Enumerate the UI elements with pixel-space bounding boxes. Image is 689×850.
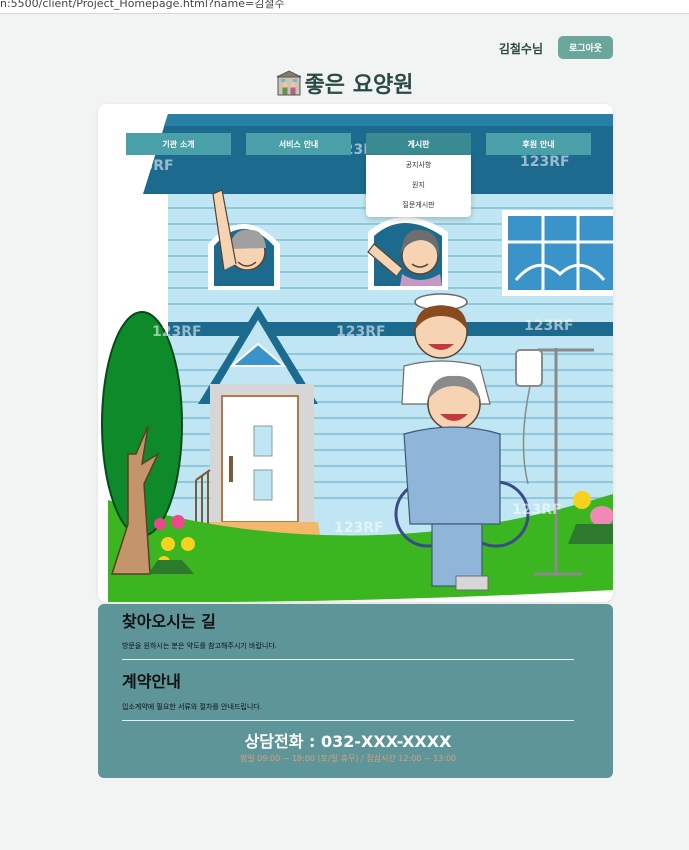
dropdown-item-page[interactable]: 원지 [366, 175, 471, 195]
consultation-phone: 상담전화 : 032-XXX-XXXX [244, 732, 452, 751]
watermark: 123RF [524, 318, 574, 334]
divider [122, 659, 574, 660]
hero-illustration-card: 123RF 123RF 123RF 123RF 123RF 123RF 123R… [98, 104, 613, 602]
dropdown-item-notice[interactable]: 공지사항 [366, 155, 471, 175]
nav-item-board[interactable]: 게시판 [366, 133, 471, 155]
nav-item-services[interactable]: 서비스 안내 [246, 133, 351, 155]
contract-desc: 입소계약에 필요한 서류와 절차를 안내드립니다. [122, 703, 262, 711]
logout-button[interactable]: 로그아웃 [558, 36, 613, 59]
watermark: 123RF [336, 324, 386, 340]
divider [122, 720, 574, 721]
nav-item-about[interactable]: 기관 소개 [126, 133, 231, 155]
board-dropdown-menu: 공지사항 원지 질문게시판 [366, 155, 471, 217]
watermark: 123RF [152, 324, 202, 340]
page-title: 좋은 요양원 [304, 73, 414, 98]
info-panel: 찾아오시는 길 방문을 원하시는 분은 약도를 참고해주시기 바랍니다. 계약안… [98, 604, 613, 778]
watermark: 123RF [512, 502, 562, 518]
dropdown-item-qna[interactable]: 질문게시판 [366, 195, 471, 215]
watermark: 123RF [334, 520, 384, 536]
watermark: 123RF [520, 154, 570, 170]
user-greeting: 김철수님 [498, 42, 543, 56]
site-header: 좋은 요양원 [0, 66, 689, 100]
directions-title: 찾아오시는 길 [122, 612, 216, 631]
address-url: n:5500/client/Project_Homepage.html?name… [0, 0, 285, 10]
browser-address-bar[interactable]: n:5500/client/Project_Homepage.html?name… [0, 0, 689, 14]
nav-item-donation[interactable]: 후원 안내 [486, 133, 591, 155]
contract-title: 계약안내 [122, 672, 181, 691]
directions-desc: 방문을 원하시는 분은 약도를 참고해주시기 바랍니다. [122, 642, 278, 650]
building-with-family-icon [276, 70, 301, 96]
business-hours: 평일 09:00 ~ 18:00 (토/일 휴무) / 점심시간 12:00 ~… [239, 754, 457, 763]
nursing-home-illustration: 123RF 123RF 123RF 123RF 123RF 123RF 123R… [98, 104, 613, 602]
main-nav: 기관 소개 서비스 안내 게시판 후원 안내 [98, 133, 613, 155]
watermark: 123RF [124, 158, 174, 174]
